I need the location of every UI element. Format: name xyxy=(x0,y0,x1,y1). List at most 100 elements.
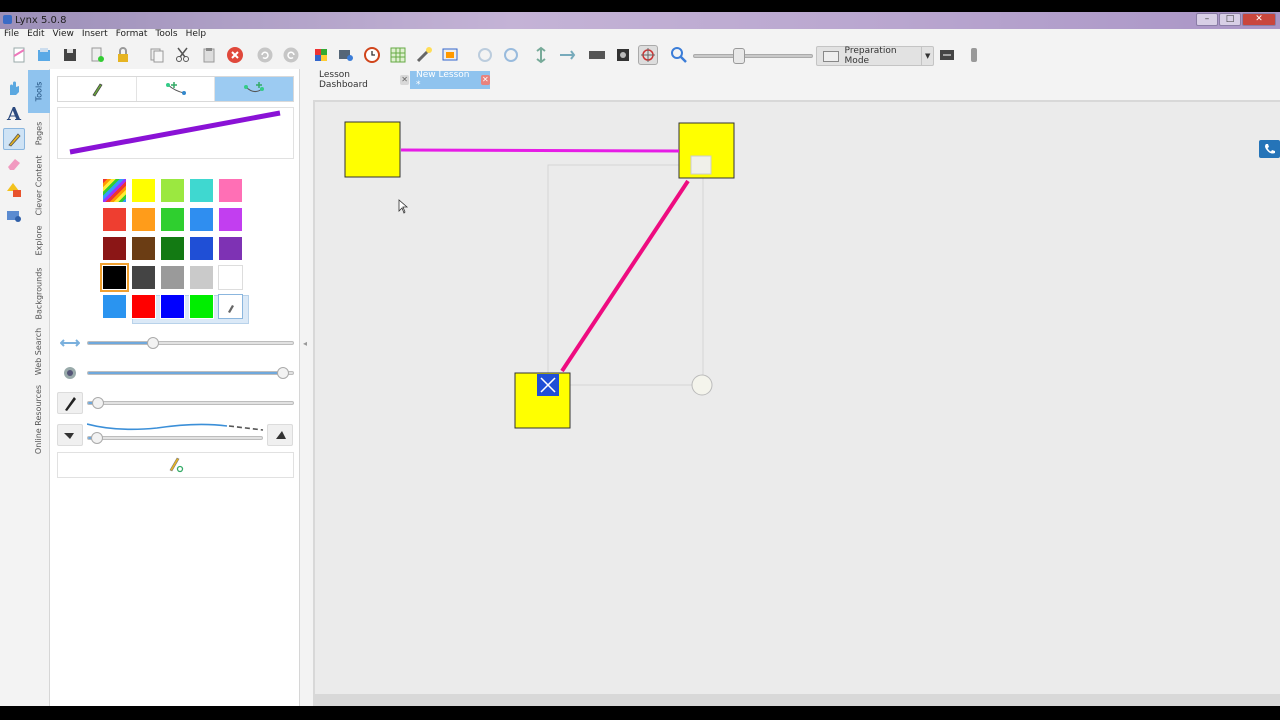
tab-new-lesson[interactable]: New Lesson * ✕ xyxy=(410,70,490,90)
tab-lesson-dashboard[interactable]: Lesson Dashboard ✕ xyxy=(313,70,409,90)
screen-icon[interactable] xyxy=(937,45,957,65)
tab-explore[interactable]: Explore xyxy=(28,217,50,263)
redo-icon[interactable] xyxy=(281,45,301,65)
color-swatch[interactable] xyxy=(160,265,185,290)
color-swatch[interactable] xyxy=(218,207,243,232)
screenshot-icon[interactable] xyxy=(613,45,633,65)
tab-tools[interactable]: Tools xyxy=(28,70,50,113)
color-swatch[interactable] xyxy=(131,294,156,319)
smoothing-pen-icon[interactable] xyxy=(57,392,83,414)
save-icon[interactable] xyxy=(60,45,80,65)
color-swatch[interactable] xyxy=(160,178,185,203)
media-icon[interactable] xyxy=(3,205,25,227)
gallery-icon[interactable] xyxy=(311,45,331,65)
distribute-icon[interactable] xyxy=(557,45,577,65)
zoom-slider[interactable] xyxy=(693,54,813,58)
yellow-square-1 xyxy=(344,121,401,178)
smart-connector-mode-tab[interactable] xyxy=(215,77,294,101)
spotlight-icon[interactable] xyxy=(414,45,434,65)
chevron-down-icon[interactable]: ▼ xyxy=(921,47,933,65)
color-swatch[interactable] xyxy=(102,294,127,319)
panel-splitter[interactable]: ◂ xyxy=(303,339,307,348)
color-swatch[interactable] xyxy=(131,265,156,290)
keyboard-icon[interactable] xyxy=(587,45,607,65)
hand-icon[interactable] xyxy=(3,77,25,99)
tab-backgrounds[interactable]: Backgrounds xyxy=(28,263,50,323)
color-swatch[interactable] xyxy=(189,207,214,232)
color-swatch[interactable] xyxy=(131,207,156,232)
zoom-icon[interactable] xyxy=(669,45,689,65)
table-icon[interactable] xyxy=(388,45,408,65)
undo-icon[interactable] xyxy=(255,45,275,65)
dash-end-icon[interactable] xyxy=(267,424,293,446)
line-width-slider[interactable] xyxy=(87,337,294,349)
lock-icon[interactable] xyxy=(113,45,133,65)
tab-web-search[interactable]: Web Search xyxy=(28,323,50,379)
color-swatch[interactable] xyxy=(218,236,243,261)
pen-icon[interactable] xyxy=(3,128,25,150)
rotate-left-icon[interactable] xyxy=(475,45,495,65)
rotate-right-icon[interactable] xyxy=(501,45,521,65)
clock-icon[interactable] xyxy=(362,45,382,65)
eraser-icon[interactable] xyxy=(3,153,25,175)
color-swatch[interactable] xyxy=(100,263,129,292)
zoom-slider-thumb[interactable] xyxy=(733,48,745,64)
rainbow-swatch[interactable] xyxy=(102,178,127,203)
paste-icon[interactable] xyxy=(199,45,219,65)
support-phone-button[interactable] xyxy=(1259,140,1280,158)
delete-icon[interactable] xyxy=(225,45,245,65)
pencil-icon xyxy=(92,83,103,97)
color-swatch[interactable] xyxy=(102,207,127,232)
dash-style-preview xyxy=(87,423,264,431)
connector-mode-tab[interactable] xyxy=(137,77,216,101)
menu-insert[interactable]: Insert xyxy=(82,29,108,41)
text-icon[interactable]: A xyxy=(3,103,25,125)
new-icon[interactable] xyxy=(9,45,29,65)
menu-file[interactable]: File xyxy=(4,29,19,41)
shapes-icon[interactable] xyxy=(3,179,25,201)
export-icon[interactable] xyxy=(87,45,107,65)
color-swatch[interactable] xyxy=(160,207,185,232)
color-swatch[interactable] xyxy=(160,236,185,261)
close-tab-icon[interactable]: ✕ xyxy=(400,75,409,85)
color-swatch[interactable] xyxy=(189,265,214,290)
tab-online-resources[interactable]: Online Resources xyxy=(28,381,50,457)
menu-view[interactable]: View xyxy=(53,29,74,41)
color-picker-button[interactable] xyxy=(218,294,243,319)
open-icon[interactable] xyxy=(34,45,54,65)
reveal-icon[interactable] xyxy=(440,45,460,65)
opacity-slider[interactable] xyxy=(87,367,294,379)
pen-settings-button[interactable] xyxy=(57,452,294,478)
pen-mode-tab[interactable] xyxy=(58,77,137,101)
maximize-button[interactable]: □ xyxy=(1219,13,1241,26)
select-icon[interactable] xyxy=(638,45,658,65)
color-swatch[interactable] xyxy=(102,236,127,261)
color-swatch[interactable] xyxy=(189,294,214,319)
screen-record-icon[interactable] xyxy=(336,45,356,65)
color-swatch[interactable] xyxy=(218,178,243,203)
align-icon[interactable] xyxy=(531,45,551,65)
color-swatch[interactable] xyxy=(189,236,214,261)
menu-format[interactable]: Format xyxy=(116,29,148,41)
dash-start-icon[interactable] xyxy=(57,424,83,446)
minimize-button[interactable]: – xyxy=(1196,13,1218,26)
menu-tools[interactable]: Tools xyxy=(155,29,177,41)
close-window-button[interactable]: ✕ xyxy=(1242,13,1276,26)
mode-selector[interactable]: Preparation Mode ▼ xyxy=(816,46,934,66)
smoothing-slider[interactable] xyxy=(87,397,294,409)
close-tab-icon[interactable]: ✕ xyxy=(480,75,490,85)
remote-icon[interactable] xyxy=(964,45,984,65)
tab-clever-content[interactable]: Clever Content xyxy=(28,153,50,217)
cut-icon[interactable] xyxy=(173,45,193,65)
color-swatch[interactable] xyxy=(189,178,214,203)
menu-help[interactable]: Help xyxy=(186,29,207,41)
copy-icon[interactable] xyxy=(147,45,167,65)
tab-pages[interactable]: Pages xyxy=(28,114,50,153)
color-swatch[interactable] xyxy=(131,178,156,203)
lesson-page[interactable] xyxy=(315,102,1280,694)
color-swatch[interactable] xyxy=(218,265,243,290)
menu-edit[interactable]: Edit xyxy=(27,29,44,41)
color-swatch[interactable] xyxy=(131,236,156,261)
color-swatch[interactable] xyxy=(160,294,185,319)
dash-slider[interactable] xyxy=(87,432,263,444)
